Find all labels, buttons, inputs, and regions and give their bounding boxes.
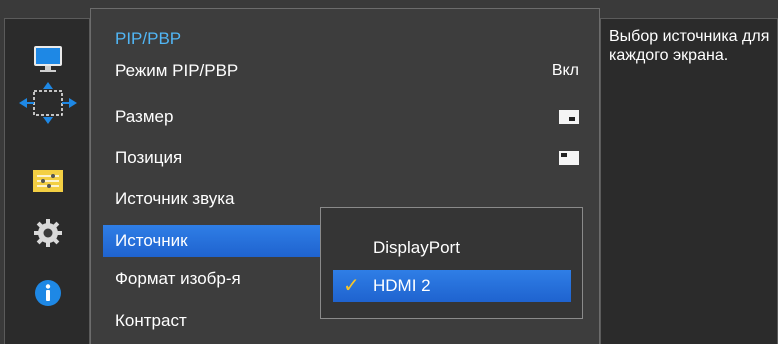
menu-item-value: Вкл <box>551 62 579 79</box>
help-text: Выбор источника для каждого экрана. <box>609 28 770 64</box>
size-preview-icon <box>559 110 579 124</box>
menu-item-pip-pbp-mode[interactable]: Режим PIP/PBP Вкл <box>103 55 589 87</box>
checkmark-icon: ✓ <box>343 275 360 297</box>
move-arrows-icon <box>19 82 77 124</box>
option-label: HDMI 2 <box>373 276 431 295</box>
menu-item-label: Контраст <box>115 311 187 330</box>
menu-item-label: Позиция <box>115 148 183 167</box>
rail-item-system[interactable] <box>5 159 91 203</box>
osd-screen: PIP/PBP Режим PIP/PBP Вкл Размер Позиция… <box>0 0 778 344</box>
menu-item-label: Режим PIP/PBP <box>115 61 239 80</box>
menu-item-source[interactable]: Источник <box>103 225 323 257</box>
source-option-hdmi-2[interactable]: ✓ HDMI 2 <box>333 270 571 302</box>
help-panel: Выбор источника для каждого экрана. <box>600 18 778 344</box>
info-icon <box>35 280 61 306</box>
gear-icon <box>34 219 62 247</box>
menu-item-label: Размер <box>115 107 174 126</box>
menu-item-size[interactable]: Размер <box>103 101 589 133</box>
rail-item-information[interactable] <box>5 271 91 315</box>
source-option-displayport[interactable]: DisplayPort <box>333 232 571 264</box>
rail-item-picture[interactable] <box>5 37 91 81</box>
position-preview-icon <box>559 151 579 165</box>
monitor-icon <box>34 46 62 72</box>
menu-item-label: Формат изобр-я <box>115 269 241 288</box>
rail-item-settings[interactable] <box>5 211 91 255</box>
menu-item-label: Источник <box>115 231 188 250</box>
option-label: DisplayPort <box>373 238 460 257</box>
menu-item-position[interactable]: Позиция <box>103 142 589 174</box>
source-dropdown: DisplayPort ✓ HDMI 2 <box>320 207 583 319</box>
settings-sliders-icon <box>33 170 63 192</box>
menu-item-label: Источник звука <box>115 189 235 208</box>
rail-item-pip-pbp[interactable] <box>5 81 91 125</box>
category-rail <box>4 18 90 344</box>
menu-title: PIP/PBP <box>115 29 182 48</box>
